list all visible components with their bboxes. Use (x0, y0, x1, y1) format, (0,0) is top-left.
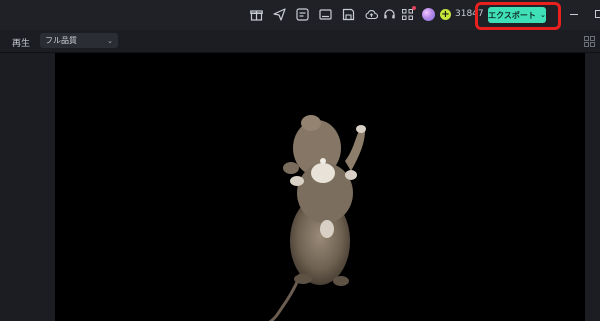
grid-view-icon[interactable] (584, 36, 595, 47)
save-icon[interactable] (342, 8, 355, 21)
send-icon[interactable] (273, 8, 286, 21)
player-label: 再生 (12, 39, 31, 49)
headset-icon[interactable] (383, 8, 396, 21)
notification-dot (412, 6, 416, 10)
avatar[interactable] (422, 8, 435, 21)
cloud-upload-icon[interactable] (365, 8, 378, 21)
quality-select[interactable]: フル品質 ⌄ (40, 33, 118, 48)
maximize-icon[interactable] (595, 10, 600, 18)
subtitle-icon[interactable] (319, 8, 332, 21)
credit-icon: + (440, 8, 451, 20)
preview-viewer[interactable] (55, 53, 585, 321)
quality-value: フル品質 (45, 36, 77, 45)
right-gutter (585, 53, 600, 321)
credit-count: 31847 (455, 9, 484, 19)
apps-icon[interactable] (401, 6, 416, 21)
player-toolbar: 再生 フル品質 ⌄ (0, 30, 600, 53)
chevron-down-icon: ⌄ (539, 10, 546, 19)
export-button[interactable]: エクスポート ⌄ (488, 7, 546, 23)
media-icon[interactable] (296, 8, 309, 21)
export-label: エクスポート (488, 10, 536, 20)
mouse-image (268, 115, 366, 321)
gift-icon[interactable] (250, 8, 263, 21)
title-bar: + 31847 エクスポート ⌄ (0, 0, 600, 30)
minimize-icon[interactable] (570, 14, 578, 15)
left-gutter (0, 53, 55, 321)
chevron-down-icon: ⌄ (107, 36, 113, 45)
